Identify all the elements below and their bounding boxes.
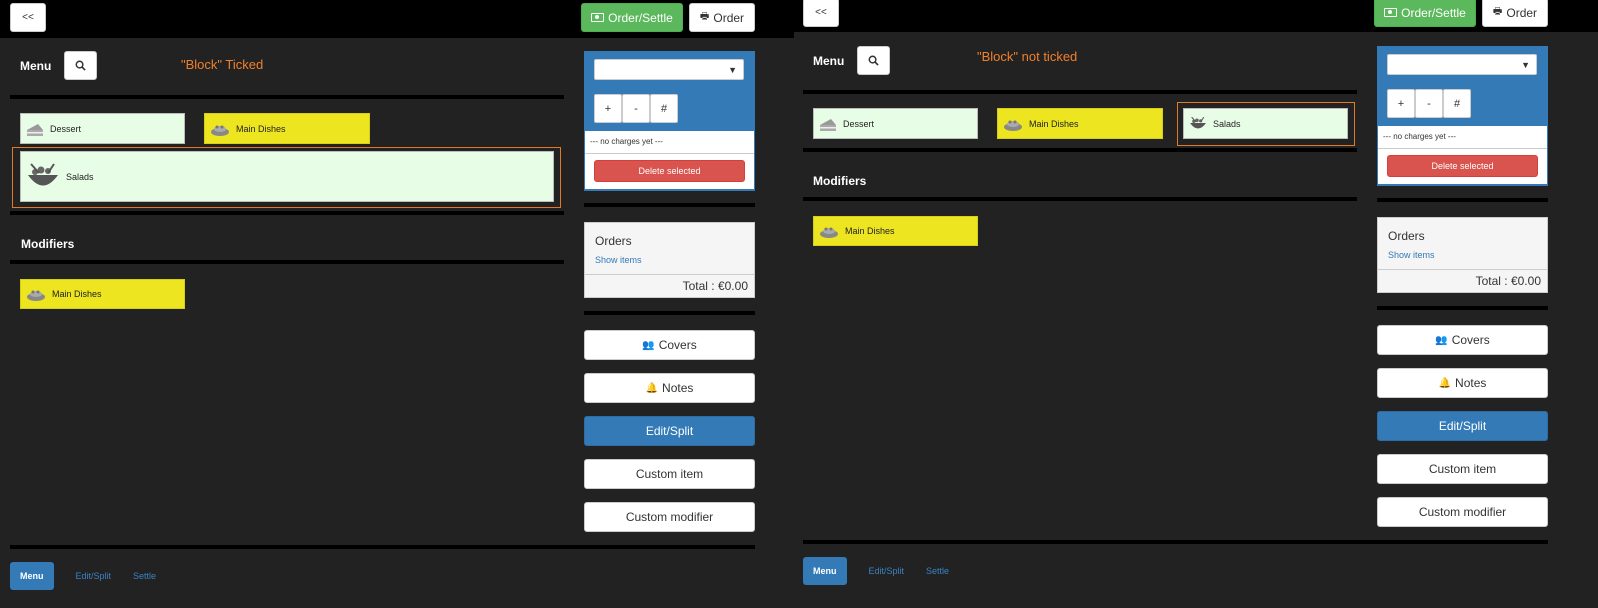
tab-menu[interactable]: Menu — [803, 557, 847, 585]
divider — [10, 545, 755, 549]
covers-button[interactable]: 👥 Covers — [1377, 325, 1548, 355]
print-icon: 🖶 — [699, 11, 710, 22]
edit-split-button[interactable]: Edit/Split — [584, 416, 755, 446]
divider — [1377, 306, 1548, 310]
divider — [803, 197, 1357, 201]
plus-button[interactable]: + — [594, 94, 622, 123]
custom-item-button[interactable]: Custom item — [1377, 454, 1548, 484]
order-button[interactable]: 🖶 Order — [1482, 0, 1548, 27]
category-dessert[interactable]: Dessert — [813, 108, 978, 139]
cake-icon — [819, 116, 837, 132]
annotation-label: "Block" Ticked — [181, 57, 264, 72]
cake-icon — [26, 121, 44, 137]
bottom-tabs: Menu Edit/Split Settle — [10, 562, 178, 590]
users-icon: 👥 — [642, 339, 655, 351]
back-button[interactable]: << — [10, 3, 46, 32]
top-bar — [794, 0, 1598, 32]
chevron-down-icon: ▼ — [1521, 60, 1530, 70]
tab-menu[interactable]: Menu — [10, 562, 54, 590]
show-items-link[interactable]: Show items — [595, 255, 642, 265]
tab-settle[interactable]: Settle — [133, 571, 156, 581]
no-charges-text: --- no charges yet --- — [590, 137, 663, 146]
no-charges-text: --- no charges yet --- — [1383, 132, 1456, 141]
left-screenshot: << Order/Settle 🖶 Order Menu "Block" Tic… — [0, 0, 794, 608]
charge-select[interactable]: ▼ — [1387, 54, 1537, 75]
delete-selected-button[interactable]: Delete selected — [594, 160, 745, 182]
dish-icon — [1003, 116, 1023, 132]
covers-button[interactable]: 👥 Covers — [584, 330, 755, 360]
hash-button[interactable]: # — [1443, 89, 1471, 118]
dish-icon — [210, 121, 230, 137]
tab-edit-split[interactable]: Edit/Split — [76, 571, 112, 581]
salad-bowl-icon — [1189, 116, 1207, 132]
notes-button[interactable]: 🔔 Notes — [584, 373, 755, 403]
bell-icon: 🔔 — [1438, 377, 1452, 389]
divider — [1377, 198, 1548, 202]
bell-icon: 🔔 — [645, 382, 659, 394]
category-salads-block[interactable]: Salads — [20, 151, 554, 202]
search-button[interactable] — [64, 51, 97, 80]
search-icon — [75, 60, 86, 71]
modifiers-heading: Modifiers — [813, 174, 867, 188]
show-items-link[interactable]: Show items — [1388, 250, 1435, 260]
menu-heading: Menu — [813, 54, 845, 68]
annotation-label: "Block" not ticked — [977, 49, 1078, 64]
divider — [10, 95, 564, 99]
order-total: Total : €0.00 — [1475, 274, 1541, 288]
plus-button[interactable]: + — [1387, 89, 1415, 118]
minus-button[interactable]: - — [1415, 89, 1443, 118]
charge-select[interactable]: ▼ — [594, 59, 744, 80]
tab-edit-split[interactable]: Edit/Split — [869, 566, 905, 576]
orders-panel: Orders Show items Total : €0.00 — [584, 222, 755, 298]
dish-icon — [26, 286, 46, 302]
orders-panel: Orders Show items Total : €0.00 — [1377, 217, 1548, 293]
edit-split-button[interactable]: Edit/Split — [1377, 411, 1548, 441]
order-total: Total : €0.00 — [682, 279, 748, 293]
custom-modifier-button[interactable]: Custom modifier — [584, 502, 755, 532]
divider — [803, 148, 1357, 152]
salad-bowl-icon — [26, 162, 60, 192]
modifier-main-dishes[interactable]: Main Dishes — [20, 279, 185, 309]
divider — [803, 540, 1548, 544]
search-button[interactable] — [857, 46, 890, 75]
category-salads[interactable]: Salads — [1183, 108, 1348, 139]
divider — [803, 90, 1357, 94]
order-settle-button[interactable]: Order/Settle — [1374, 0, 1476, 27]
divider — [10, 211, 564, 215]
minus-button[interactable]: - — [622, 94, 650, 123]
order-settle-button[interactable]: Order/Settle — [581, 3, 683, 32]
modifiers-heading: Modifiers — [21, 237, 75, 251]
back-button[interactable]: << — [803, 0, 839, 27]
category-dessert[interactable]: Dessert — [20, 113, 185, 144]
dish-icon — [819, 223, 839, 239]
modifier-main-dishes[interactable]: Main Dishes — [813, 216, 978, 246]
order-button[interactable]: 🖶 Order — [689, 3, 755, 32]
custom-item-button[interactable]: Custom item — [584, 459, 755, 489]
users-icon: 👥 — [1435, 334, 1448, 346]
category-main-dishes[interactable]: Main Dishes — [204, 113, 370, 144]
chevron-down-icon: ▼ — [728, 65, 737, 75]
money-icon — [1384, 8, 1398, 17]
menu-heading: Menu — [20, 59, 52, 73]
search-icon — [868, 55, 879, 66]
divider — [584, 311, 755, 315]
right-screenshot: << Order/Settle 🖶 Order Menu "Block" not… — [794, 0, 1598, 608]
notes-button[interactable]: 🔔 Notes — [1377, 368, 1548, 398]
divider — [10, 260, 564, 264]
delete-selected-button[interactable]: Delete selected — [1387, 155, 1538, 177]
hash-button[interactable]: # — [650, 94, 678, 123]
category-main-dishes[interactable]: Main Dishes — [997, 108, 1163, 139]
money-icon — [591, 13, 605, 22]
orders-title: Orders — [595, 234, 632, 248]
custom-modifier-button[interactable]: Custom modifier — [1377, 497, 1548, 527]
print-icon: 🖶 — [1492, 6, 1503, 17]
divider — [584, 203, 755, 207]
bottom-tabs: Menu Edit/Split Settle — [803, 557, 971, 585]
tab-settle[interactable]: Settle — [926, 566, 949, 576]
orders-title: Orders — [1388, 229, 1425, 243]
